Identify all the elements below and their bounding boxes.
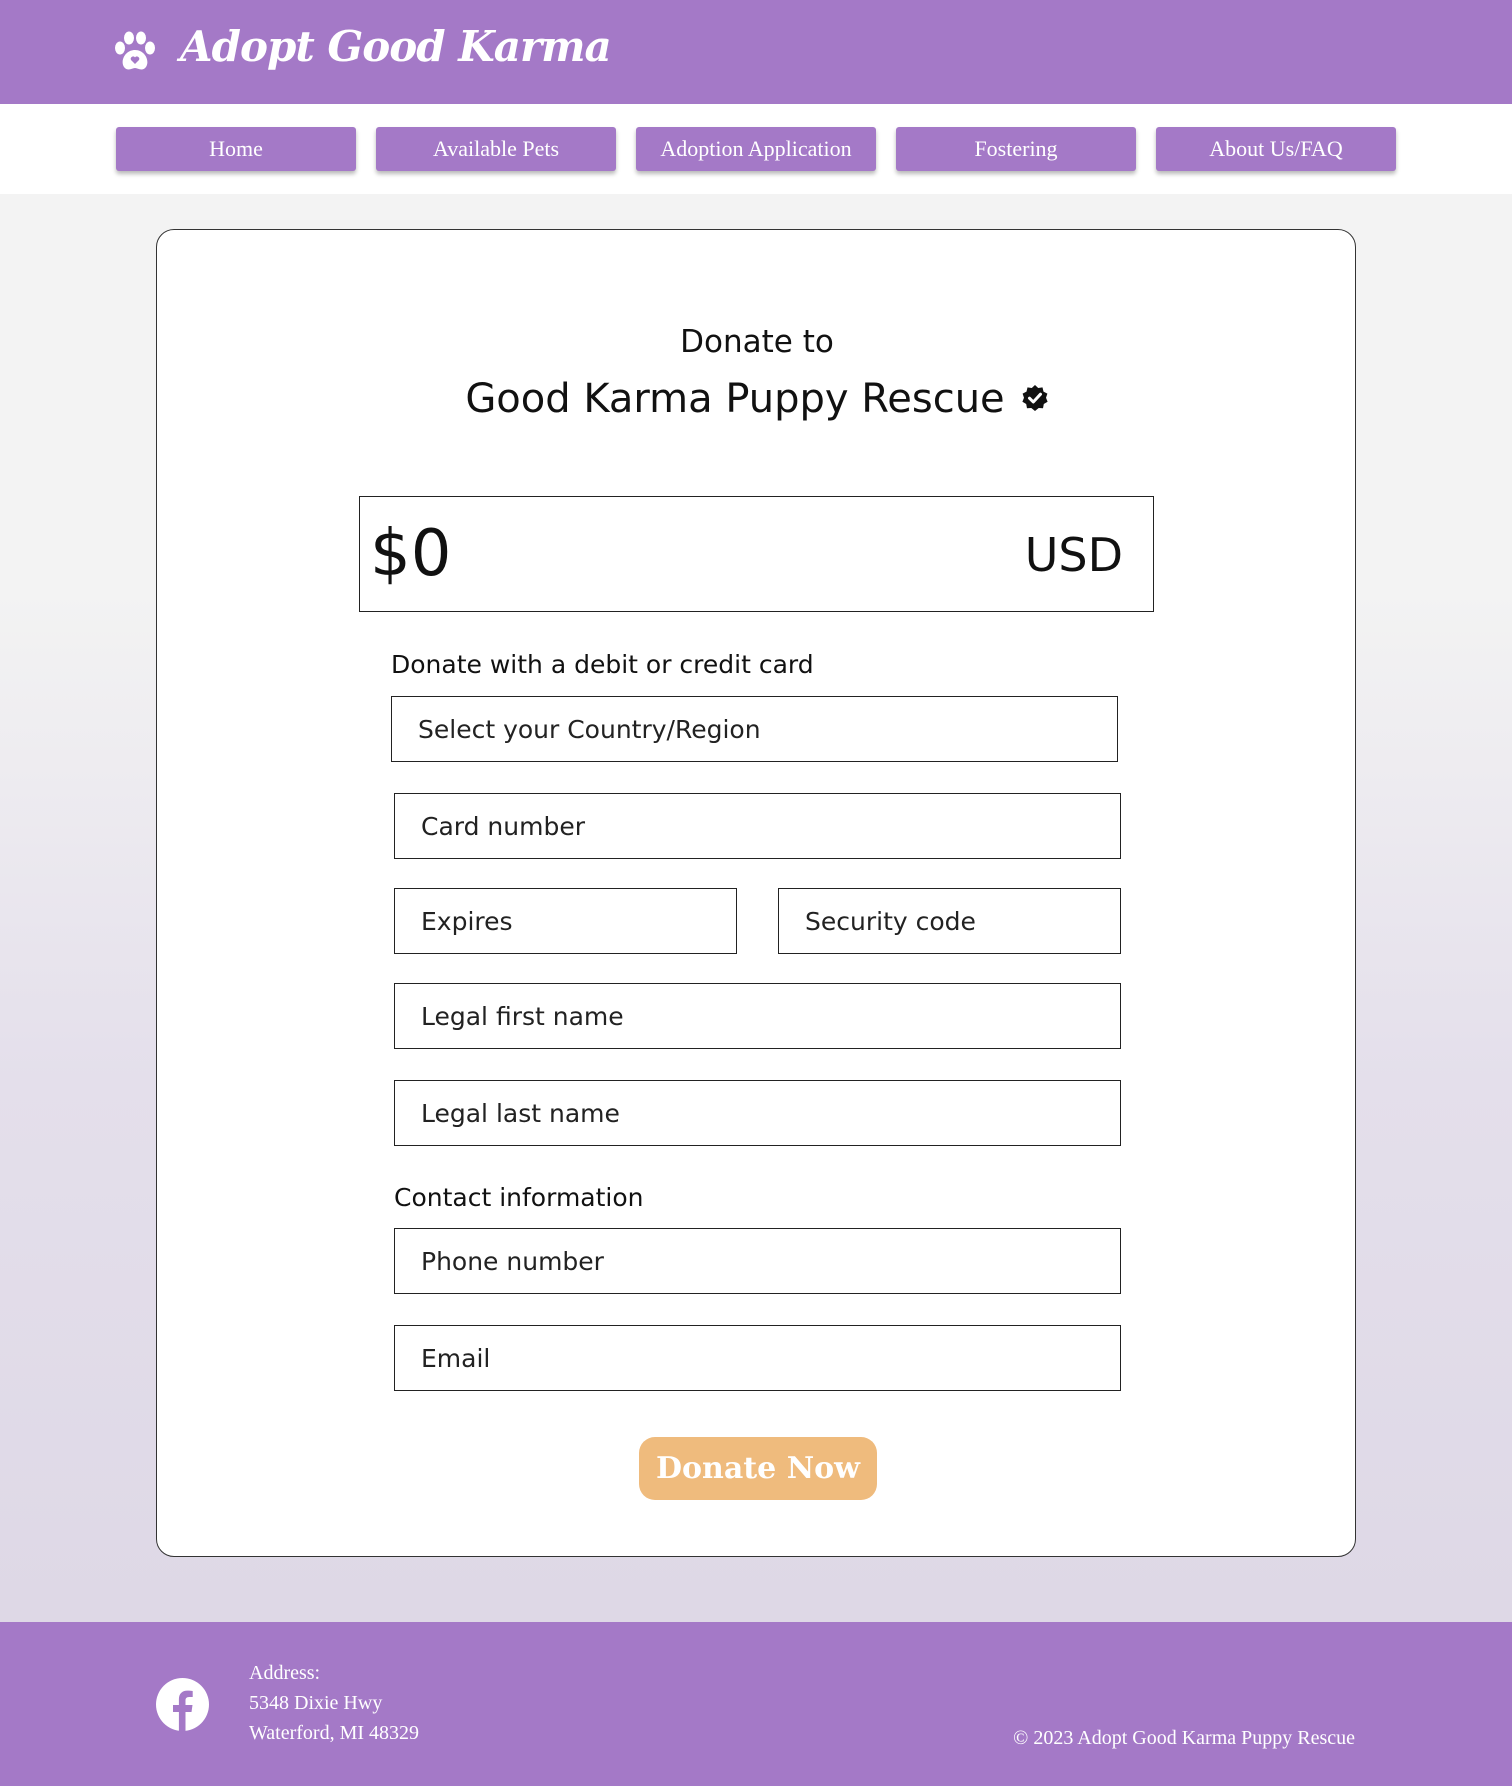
- verified-badge-icon: [1022, 385, 1048, 411]
- email-field[interactable]: Email: [394, 1325, 1121, 1391]
- card-section-label: Donate with a debit or credit card: [391, 650, 814, 679]
- amount-value: $0: [370, 517, 452, 591]
- phone-placeholder: Phone number: [421, 1246, 604, 1276]
- paw-icon[interactable]: [112, 31, 158, 73]
- nav-home-button[interactable]: Home: [116, 127, 356, 171]
- copyright-text: © 2023 Adopt Good Karma Puppy Rescue: [1013, 1727, 1355, 1749]
- organization-name: Good Karma Puppy Rescue: [157, 376, 1357, 422]
- footer-address: Address: 5348 Dixie Hwy Waterford, MI 48…: [249, 1658, 419, 1748]
- contact-section-label: Contact information: [394, 1183, 644, 1212]
- phone-field[interactable]: Phone number: [394, 1228, 1121, 1294]
- address-label: Address:: [249, 1662, 321, 1684]
- first-name-placeholder: Legal first name: [421, 1001, 624, 1031]
- organization-name-text: Good Karma Puppy Rescue: [465, 376, 1005, 422]
- nav-fostering-button[interactable]: Fostering: [896, 127, 1136, 171]
- currency-label: USD: [1024, 528, 1123, 582]
- last-name-placeholder: Legal last name: [421, 1098, 620, 1128]
- facebook-icon[interactable]: [156, 1678, 209, 1731]
- country-select[interactable]: Select your Country/Region: [391, 696, 1118, 762]
- nav-about-faq-button[interactable]: About Us/FAQ: [1156, 127, 1396, 171]
- expires-field[interactable]: Expires: [394, 888, 737, 954]
- address-line-1: 5348 Dixie Hwy: [249, 1692, 383, 1714]
- email-placeholder: Email: [421, 1343, 491, 1373]
- nav-adoption-application-button[interactable]: Adoption Application: [636, 127, 876, 171]
- expires-placeholder: Expires: [421, 906, 513, 936]
- donation-card: Donate to Good Karma Puppy Rescue $0 USD…: [156, 229, 1356, 1557]
- country-select-placeholder: Select your Country/Region: [418, 714, 761, 744]
- security-code-placeholder: Security code: [805, 906, 976, 936]
- donation-amount-input[interactable]: $0 USD: [359, 496, 1154, 612]
- brand-logo-text[interactable]: Adopt Good Karma: [180, 22, 612, 71]
- main-nav: Home Available Pets Adoption Application…: [0, 104, 1512, 194]
- first-name-field[interactable]: Legal first name: [394, 983, 1121, 1049]
- card-number-field[interactable]: Card number: [394, 793, 1121, 859]
- site-footer: Address: 5348 Dixie Hwy Waterford, MI 48…: [0, 1622, 1512, 1786]
- address-line-2: Waterford, MI 48329: [249, 1722, 420, 1744]
- last-name-field[interactable]: Legal last name: [394, 1080, 1121, 1146]
- donate-now-button[interactable]: Donate Now: [639, 1437, 877, 1500]
- card-number-placeholder: Card number: [421, 811, 586, 841]
- site-header: Adopt Good Karma: [0, 0, 1512, 104]
- nav-available-pets-button[interactable]: Available Pets: [376, 127, 616, 171]
- donate-to-heading: Donate to: [680, 324, 834, 360]
- security-code-field[interactable]: Security code: [778, 888, 1121, 954]
